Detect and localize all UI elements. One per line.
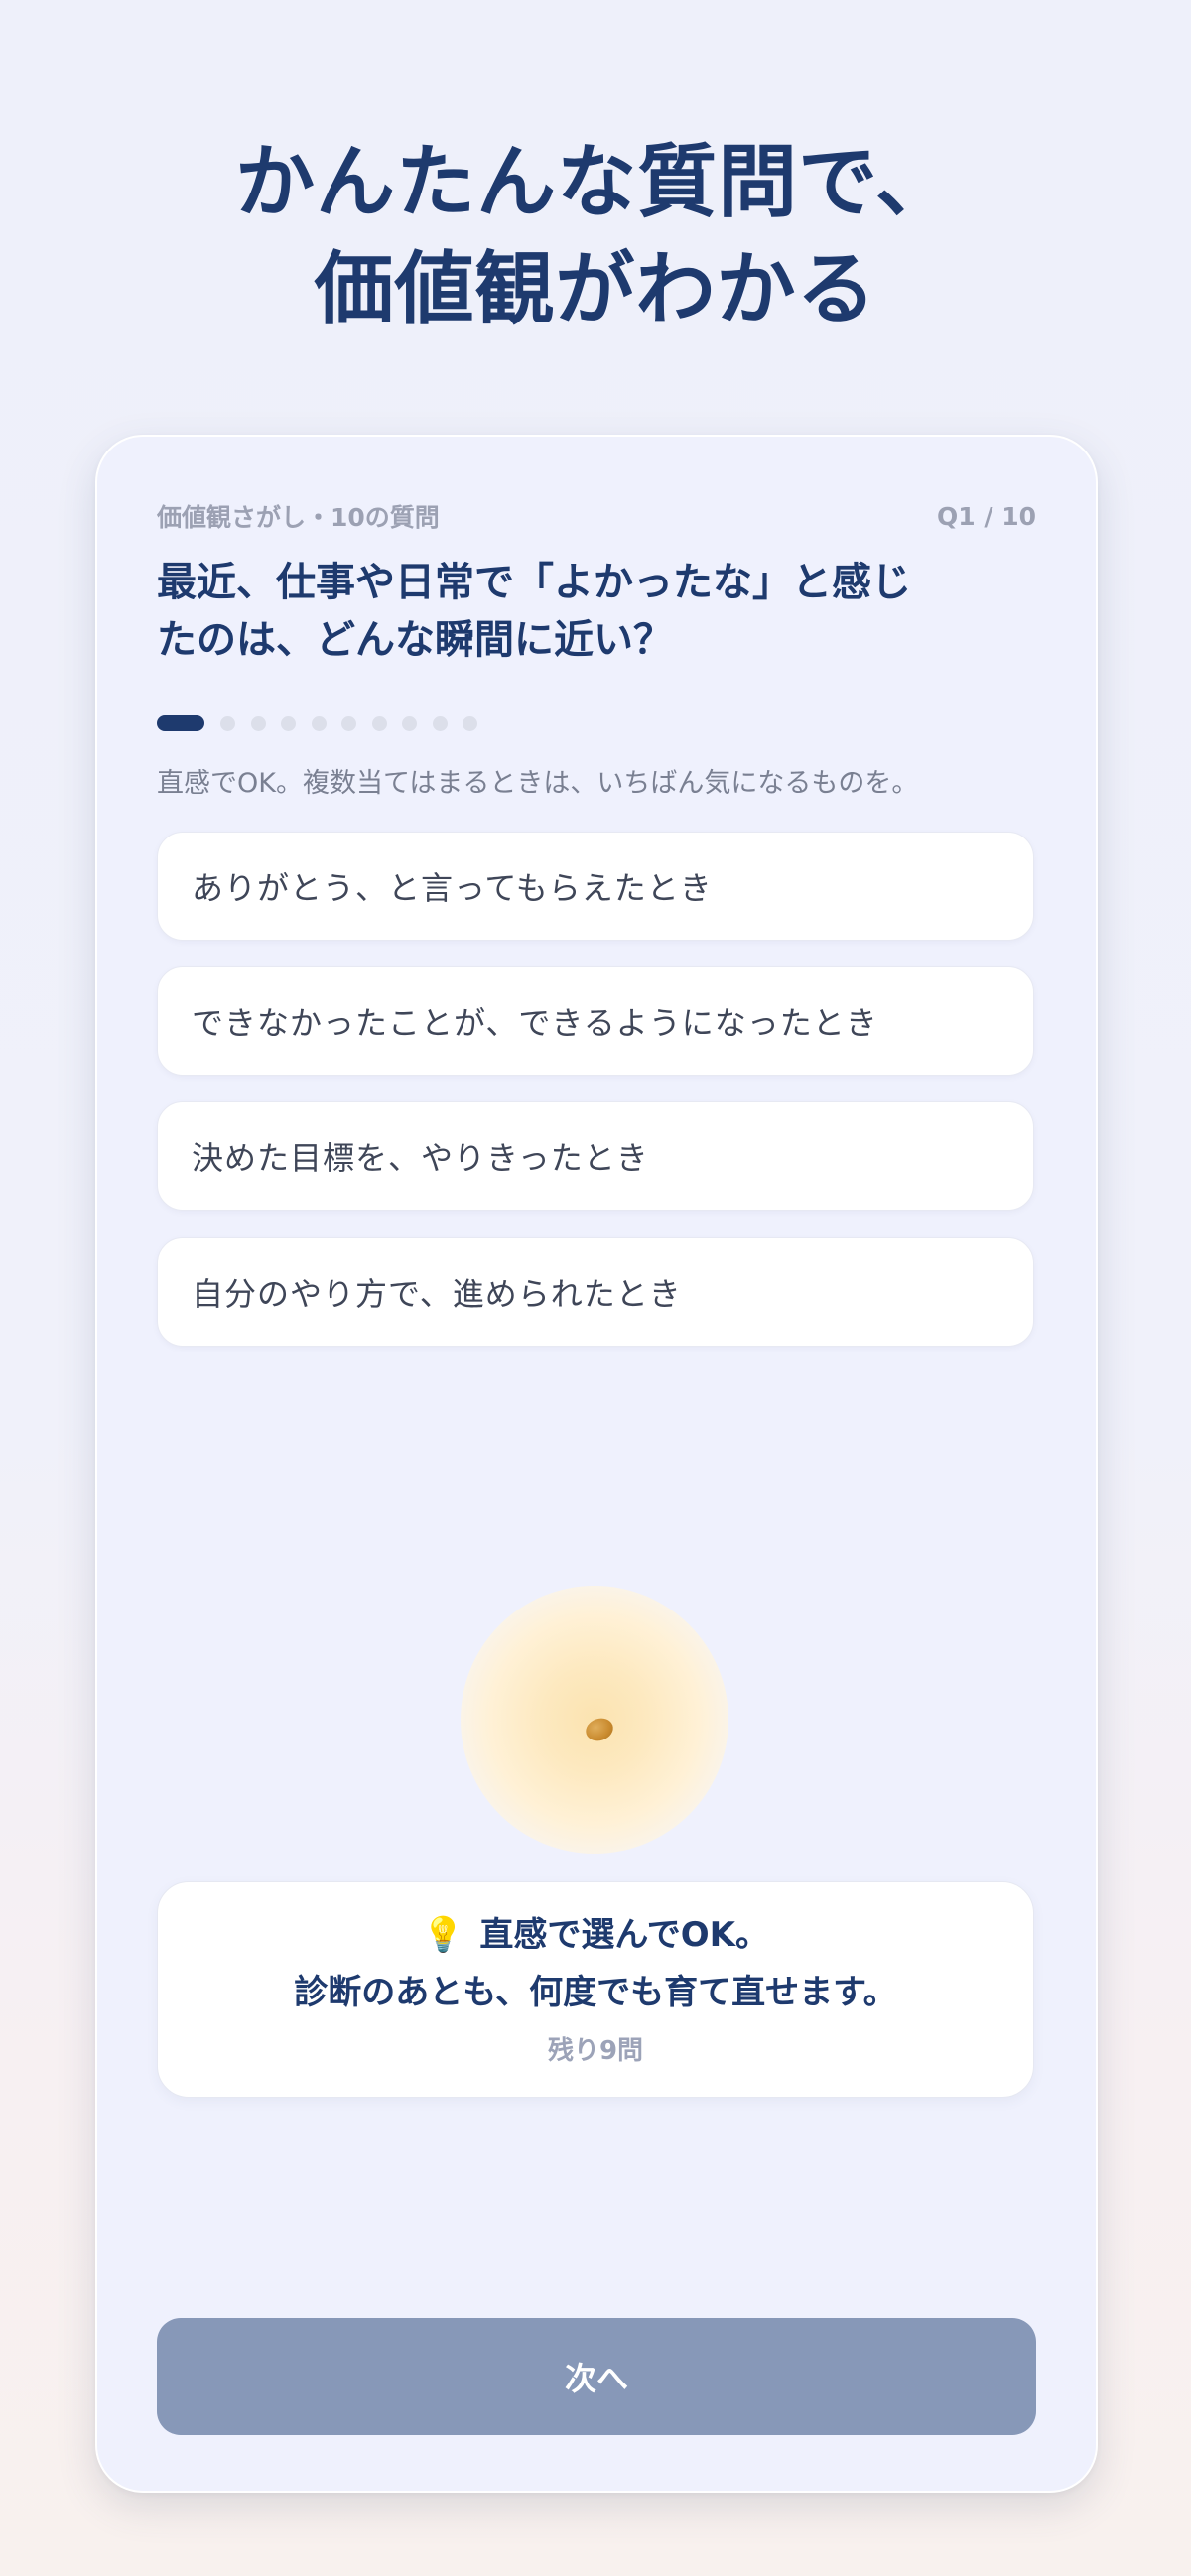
progress-dot xyxy=(432,715,448,731)
question-counter: Q1 / 10 xyxy=(937,501,1036,531)
progress-dot xyxy=(250,715,266,731)
answer-option-3[interactable]: 決めた目標を、やりきったとき xyxy=(157,1101,1034,1211)
answer-option-4[interactable]: 自分のやり方で、進められたとき xyxy=(157,1237,1034,1347)
answer-hint: 直感でOK。複数当てはまるときは、いちばん気になるものを。 xyxy=(157,768,919,799)
answer-option-label: できなかったことが、できるようになったとき xyxy=(192,1004,878,1042)
progress-dots xyxy=(157,714,493,732)
tip-text-1: 直感で選んでOK。 xyxy=(479,1915,769,1955)
tip-line-2: 診断のあとも、何度でも育て直せます。 xyxy=(294,1973,897,2012)
card-meta: 価値観さがし・10の質問 Q1 / 10 xyxy=(157,498,1036,534)
progress-dot-active xyxy=(157,715,204,731)
progress-dot xyxy=(281,715,296,731)
answer-option-label: ありがとう、と言ってもらえたとき xyxy=(192,869,713,907)
headline-line-1: かんたんな質問で、 xyxy=(235,136,956,228)
progress-dot xyxy=(463,715,477,731)
answer-option-label: 自分のやり方で、進められたとき xyxy=(192,1275,682,1313)
tip-box: 💡 直感で選んでOK。 診断のあとも、何度でも育て直せます。 残り9問 xyxy=(157,1881,1034,2098)
headline: かんたんな質問で、 価値観がわかる xyxy=(0,129,1191,343)
series-label: 価値観さがし・10の質問 xyxy=(157,503,440,532)
question-line-2: たのは、どんな瞬間に近い？ xyxy=(157,617,673,663)
answer-option-label: 決めた目標を、やりきったとき xyxy=(192,1139,649,1177)
question-card: 価値観さがし・10の質問 Q1 / 10 最近、仕事や日常で「よかったな」と感じ… xyxy=(95,435,1098,2493)
lightbulb-icon: 💡 xyxy=(422,1915,464,1955)
next-button[interactable]: 次へ xyxy=(157,2318,1036,2435)
tip-line-1: 💡 直感で選んでOK。 xyxy=(158,1912,1033,1958)
remaining-questions: 残り9問 xyxy=(547,2036,644,2066)
progress-dot xyxy=(371,715,387,731)
question-line-1: 最近、仕事や日常で「よかったな」と感じ xyxy=(157,560,911,605)
progress-dot xyxy=(402,715,417,731)
answer-option-2[interactable]: できなかったことが、できるようになったとき xyxy=(157,966,1034,1076)
question-text: 最近、仕事や日常で「よかったな」と感じ たのは、どんな瞬間に近い？ xyxy=(157,554,1036,669)
answer-option-1[interactable]: ありがとう、と言ってもらえたとき xyxy=(157,832,1034,941)
progress-dot xyxy=(220,715,235,731)
headline-line-2: 価値観がわかる xyxy=(314,243,877,335)
progress-dot xyxy=(341,715,356,731)
progress-dot xyxy=(311,715,327,731)
